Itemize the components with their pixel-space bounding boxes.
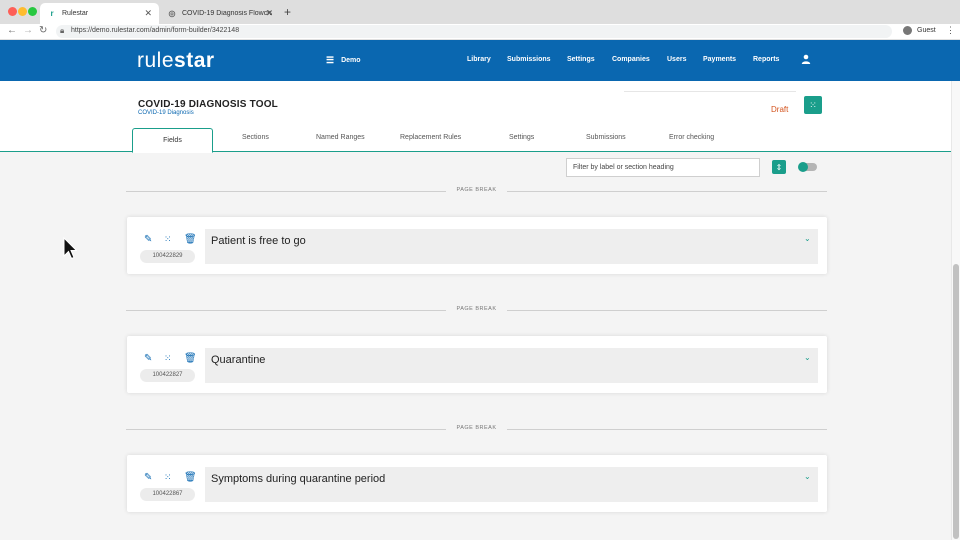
field-header[interactable]: Quarantine ⌄ <box>205 348 818 383</box>
trash-icon[interactable]: 🗑︎ <box>184 234 197 245</box>
browser-tab-flowchart[interactable]: ◎ COVID-19 Diagnosis Flowchart ✕ <box>160 3 280 24</box>
field-id-badge: 100422827 <box>140 369 195 382</box>
status-badge: Draft <box>771 105 789 114</box>
minimize-window-dot[interactable] <box>18 7 27 16</box>
app-header: rulestar ☰ Demo Library Submissions Sett… <box>0 40 960 81</box>
page-break: PAGE BREAK <box>126 424 827 434</box>
field-id-badge: 100422867 <box>140 488 195 501</box>
tab-title: COVID-19 Diagnosis Flowchart <box>182 10 272 17</box>
field-card[interactable]: ✎ ⁙ 🗑︎ 100422829 Patient is free to go ⌄ <box>127 217 827 274</box>
expand-collapse-button[interactable]: ⇕ <box>772 160 786 174</box>
tab-settings[interactable]: Settings <box>509 134 534 141</box>
unfold-icon: ⇕ <box>775 162 783 172</box>
nav-users[interactable]: Users <box>667 56 686 63</box>
profile-label: Guest <box>917 27 936 34</box>
field-label: Quarantine <box>211 354 266 366</box>
grid-icon: ⁙ <box>809 99 817 110</box>
page-break-label: PAGE BREAK <box>456 425 497 431</box>
browser-menu-icon[interactable]: ⋮ <box>946 25 955 36</box>
browser-tab-bar: r Rulestar ✕ ◎ COVID-19 Diagnosis Flowch… <box>0 0 960 24</box>
pencil-icon[interactable]: ✎ <box>144 472 152 483</box>
new-tab-icon[interactable]: + <box>284 5 291 19</box>
lock-icon: 🔒︎ <box>60 26 65 35</box>
tab-error-checking[interactable]: Error checking <box>669 134 714 141</box>
tab-submissions[interactable]: Submissions <box>586 134 626 141</box>
page-break: PAGE BREAK <box>126 186 827 196</box>
address-bar-row: ← → ↻ 🔒︎ https://demo.rulestar.com/admin… <box>0 24 960 40</box>
field-card[interactable]: ✎ ⁙ 🗑︎ 100422827 Quarantine ⌄ <box>127 336 827 393</box>
field-header[interactable]: Symptoms during quarantine period ⌄ <box>205 467 818 502</box>
mouse-cursor-icon <box>63 237 77 260</box>
chevron-down-icon[interactable]: ⌄ <box>804 353 811 362</box>
drag-grid-icon[interactable]: ⁙ <box>164 234 172 245</box>
profile-button[interactable]: Guest <box>903 26 936 35</box>
nav-library[interactable]: Library <box>467 56 491 63</box>
close-tab-icon[interactable]: ✕ <box>144 8 152 19</box>
field-header[interactable]: Patient is free to go ⌄ <box>205 229 818 264</box>
maximize-window-dot[interactable] <box>28 7 37 16</box>
field-id-badge: 100422829 <box>140 250 195 263</box>
divider <box>624 91 796 92</box>
drag-grid-icon[interactable]: ⁙ <box>164 472 172 483</box>
tab-title: Rulestar <box>62 10 89 17</box>
tab-sections[interactable]: Sections <box>242 134 269 141</box>
url-text: https://demo.rulestar.com/admin/form-bui… <box>71 27 240 34</box>
field-label: Symptoms during quarantine period <box>211 473 386 485</box>
close-window-dot[interactable] <box>8 7 17 16</box>
page-break-label: PAGE BREAK <box>456 306 497 312</box>
workspace-selector[interactable]: ☰ Demo <box>326 55 361 66</box>
toggle-knob <box>798 162 808 172</box>
chevron-down-icon[interactable]: ⌄ <box>804 234 811 243</box>
pencil-icon[interactable]: ✎ <box>144 353 152 364</box>
nav-payments[interactable]: Payments <box>703 56 736 63</box>
field-label: Patient is free to go <box>211 235 306 247</box>
page-title: COVID-19 DIAGNOSIS TOOL <box>138 99 278 110</box>
back-arrow-icon[interactable]: ← <box>7 25 17 36</box>
reload-icon[interactable]: ↻ <box>39 25 47 36</box>
page-break-label: PAGE BREAK <box>456 187 497 193</box>
forward-arrow-icon[interactable]: → <box>23 25 33 36</box>
pencil-icon[interactable]: ✎ <box>144 234 152 245</box>
drag-grid-icon[interactable]: ⁙ <box>164 353 172 364</box>
tab-named-ranges[interactable]: Named Ranges <box>316 134 365 141</box>
scrollbar-thumb[interactable] <box>953 264 959 539</box>
apps-grid-button[interactable]: ⁙ <box>804 96 822 114</box>
nav-settings[interactable]: Settings <box>567 56 595 63</box>
page-break: PAGE BREAK <box>126 305 827 315</box>
close-tab-icon[interactable]: ✕ <box>265 8 273 19</box>
nav-submissions[interactable]: Submissions <box>507 56 551 63</box>
profile-avatar-icon <box>903 26 912 35</box>
trash-icon[interactable]: 🗑︎ <box>184 353 197 364</box>
page-subtitle-link[interactable]: COVID-19 Diagnosis <box>138 110 194 116</box>
workspace-label: Demo <box>341 57 361 64</box>
nav-reports[interactable]: Reports <box>753 56 779 63</box>
field-card[interactable]: ✎ ⁙ 🗑︎ 100422867 Symptoms during quarant… <box>127 455 827 512</box>
tab-replacement-rules[interactable]: Replacement Rules <box>400 134 461 141</box>
rulestar-logo-icon: r <box>50 9 54 18</box>
form-header: COVID-19 DIAGNOSIS TOOL COVID-19 Diagnos… <box>0 81 960 153</box>
chevron-down-icon[interactable]: ⌄ <box>804 472 811 481</box>
server-icon: ☰ <box>326 55 335 65</box>
nav-companies[interactable]: Companies <box>612 56 650 63</box>
url-field[interactable]: 🔒︎ https://demo.rulestar.com/admin/form-… <box>56 25 892 38</box>
tab-fields[interactable]: Fields <box>132 128 213 153</box>
user-account-icon[interactable] <box>801 54 811 64</box>
rulestar-logo[interactable]: rulestar <box>137 49 215 73</box>
browser-tab-rulestar[interactable]: r Rulestar ✕ <box>40 3 159 24</box>
filter-input[interactable]: Filter by label or section heading <box>566 158 760 177</box>
view-toggle[interactable] <box>798 162 817 172</box>
trash-icon[interactable]: 🗑︎ <box>184 472 197 483</box>
globe-icon: ◎ <box>168 9 176 18</box>
